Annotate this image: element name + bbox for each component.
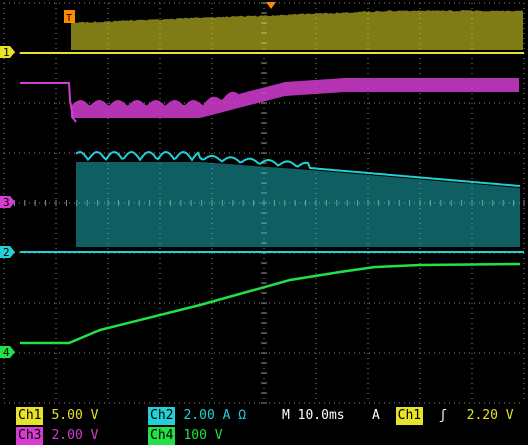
ch2-marker-label: 2 xyxy=(3,246,10,259)
ch1-ground-marker[interactable]: 1 xyxy=(0,46,15,59)
traces xyxy=(20,10,524,343)
ch4-ground-marker[interactable]: 4 xyxy=(0,346,15,359)
ch2-scale-readout[interactable]: Ch2 2.00 A Ω xyxy=(148,406,246,425)
trigger-level-icon[interactable] xyxy=(266,2,276,9)
timebase-readout[interactable]: M 10.0ms xyxy=(282,406,345,425)
trigger-readout[interactable]: A Ch1 ʃ 2.20 V xyxy=(372,406,514,425)
oscilloscope-display: 1 3 2 4 T Ch1 5.00 V Ch2 2.00 A Ω M 10.0… xyxy=(0,0,528,445)
ch2-name-badge: Ch2 xyxy=(148,407,175,425)
status-row-2: Ch3 2.00 V Ch4 100 V xyxy=(0,426,528,445)
ch4-marker-label: 4 xyxy=(3,346,10,359)
waveform-screen: 1 3 2 4 T xyxy=(0,0,528,406)
trigger-mode: A xyxy=(372,408,380,423)
ch2-noise-band xyxy=(76,162,520,247)
ch4-name-badge: Ch4 xyxy=(148,427,175,445)
ch1-noise-band xyxy=(71,10,523,50)
ch1-scale-value: 5.00 V xyxy=(43,406,98,425)
ch1-scale-readout[interactable]: Ch1 5.00 V xyxy=(16,406,98,425)
ch1-name-badge: Ch1 xyxy=(16,407,43,425)
trigger-position-label: T xyxy=(66,13,72,24)
ch4-scale-readout[interactable]: Ch4 100 V xyxy=(148,426,223,445)
ch3-scale-value: 2.00 V xyxy=(43,426,98,445)
ch3-trace xyxy=(20,83,76,122)
trigger-position-marker[interactable]: T xyxy=(64,10,75,24)
ch3-ripple-band xyxy=(71,78,519,118)
ch3-scale-readout[interactable]: Ch3 2.00 V xyxy=(16,426,98,445)
ch1-marker-label: 1 xyxy=(3,46,10,59)
trigger-level-value: 2.20 V xyxy=(467,408,514,423)
waveform-canvas: 1 3 2 4 T xyxy=(0,0,528,406)
trigger-source-badge: Ch1 xyxy=(396,407,423,425)
ch4-scale-value: 100 V xyxy=(175,426,222,445)
ch3-marker-label: 3 xyxy=(3,196,10,209)
ch3-ground-marker[interactable]: 3 xyxy=(0,196,15,209)
ch2-scale-value: 2.00 A Ω xyxy=(175,406,246,425)
status-row-1: Ch1 5.00 V Ch2 2.00 A Ω M 10.0ms A Ch1 ʃ 2… xyxy=(0,406,528,425)
trigger-slope-icon: ʃ xyxy=(439,408,447,423)
ch3-name-badge: Ch3 xyxy=(16,427,43,445)
ch2-ground-marker[interactable]: 2 xyxy=(0,246,15,259)
